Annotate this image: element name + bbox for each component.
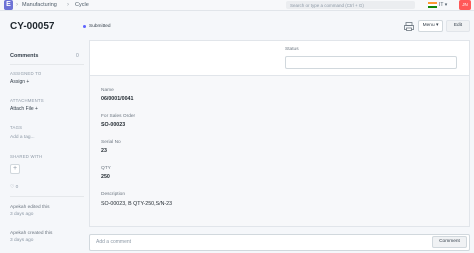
field-value-description: SO-00023, B QTY-250,S/N-23: [101, 201, 173, 207]
field-label-description: Description: [101, 192, 125, 197]
status-indicator-dot: [83, 25, 86, 28]
field-label-name: Name: [101, 88, 114, 93]
assign-link[interactable]: Assign +: [10, 79, 29, 86]
field-label-serial-no: Serial No: [101, 140, 121, 145]
sidebar-divider: [10, 196, 84, 197]
status-field-label: Status: [285, 47, 299, 52]
language-code: IT: [439, 2, 444, 8]
attach-file-link[interactable]: Attach File +: [10, 106, 38, 113]
sidebar-comments-label[interactable]: Comments: [10, 53, 38, 60]
field-value-sales-order[interactable]: SO-00023: [101, 122, 125, 129]
likes-count[interactable]: ♡ 0: [10, 184, 18, 191]
comments-count: 0: [76, 53, 79, 59]
activity-time: 3 days ago: [10, 212, 34, 217]
activity-time: 3 days ago: [10, 238, 34, 243]
page-title: CY-00057: [10, 21, 55, 32]
status-field[interactable]: [285, 56, 457, 69]
menu-button[interactable]: Menu ▾: [418, 20, 443, 32]
language-selector[interactable]: IT ▾: [439, 1, 447, 9]
activity-item: Apekah edited this: [10, 205, 50, 210]
field-label-sales-order: For Sales Order: [101, 114, 136, 119]
assigned-to-label: ASSIGNED TO: [10, 71, 42, 76]
shared-with-label: SHARED WITH: [10, 154, 43, 159]
comment-button[interactable]: Comment: [432, 236, 467, 248]
print-icon[interactable]: [403, 21, 415, 32]
breadcrumb-manufacturing[interactable]: Manufacturing: [22, 1, 57, 9]
field-label-qty: QTY: [101, 166, 111, 171]
search-input[interactable]: [286, 1, 415, 9]
user-avatar[interactable]: JN: [459, 0, 471, 10]
tags-label: TAGS: [10, 125, 23, 130]
comment-placeholder: Add a comment: [96, 239, 132, 245]
field-value-name: 06/0001/0041: [101, 96, 134, 102]
app-logo[interactable]: E: [4, 0, 13, 10]
breadcrumb-cycle[interactable]: Cycle: [75, 1, 89, 9]
navbar: E › Manufacturing › Cycle IT ▾ JN: [0, 0, 474, 11]
status-badge: Submitted: [89, 24, 111, 29]
activity-item: Apekah created this: [10, 231, 53, 236]
comment-input[interactable]: [89, 234, 470, 251]
edit-button[interactable]: Edit: [446, 20, 470, 32]
field-value-serial-no: 23: [101, 148, 107, 154]
breadcrumb-separator-icon: ›: [16, 2, 18, 8]
field-value-qty: 250: [101, 174, 110, 180]
menu-button-label: Menu: [422, 23, 435, 28]
sidebar-divider: [10, 64, 84, 65]
breadcrumb-separator-icon: ›: [67, 2, 69, 8]
add-tag-link[interactable]: Add a tag...: [10, 134, 35, 141]
attachments-label: ATTACHMENTS: [10, 98, 44, 103]
flag-icon[interactable]: [428, 2, 437, 8]
add-share-icon[interactable]: +: [10, 164, 20, 174]
